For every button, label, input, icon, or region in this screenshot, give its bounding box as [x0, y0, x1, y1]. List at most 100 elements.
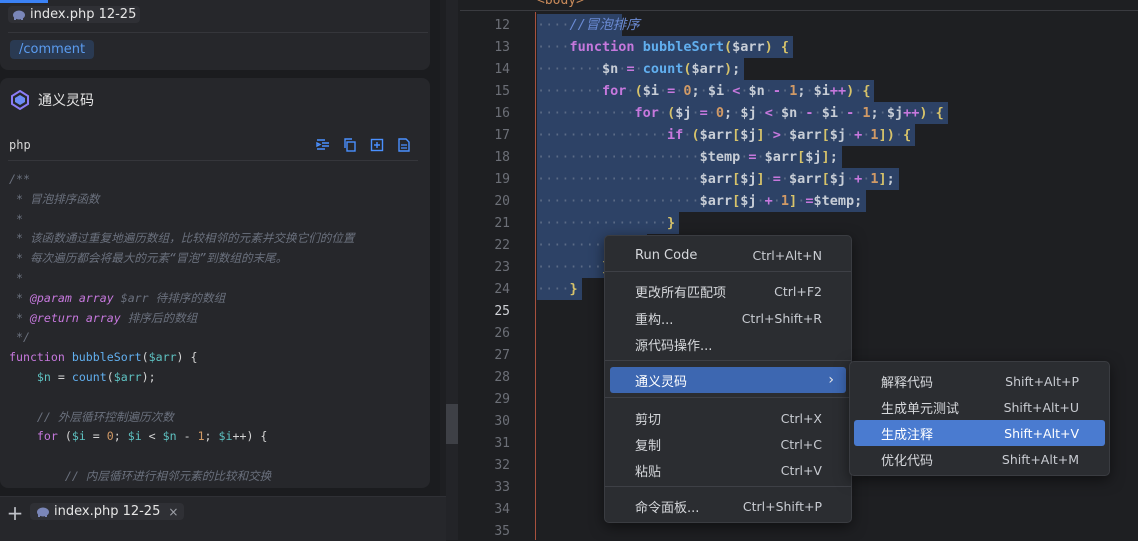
code-line[interactable]: ····} — [537, 278, 578, 300]
menu-item-label: 复制 — [635, 438, 662, 454]
whitespace-dots: ···················· — [537, 149, 700, 165]
code-token: $arr — [691, 61, 725, 77]
code-line[interactable]: ········for·($i·=·0;·$i·<·$n·-·1;·$i++)·… — [537, 80, 871, 102]
line-number: 17 — [494, 128, 510, 143]
code-token: $i — [71, 429, 86, 444]
line-number: 25 — [494, 304, 510, 319]
code-line[interactable]: ····················$temp·=·$arr[$j]; — [537, 146, 838, 168]
menu-item[interactable]: 剪切 Ctrl+X — [610, 405, 846, 431]
menu-item[interactable]: 粘贴 Ctrl+V — [610, 457, 846, 483]
close-icon[interactable]: × — [168, 505, 178, 519]
line-number: 12 — [494, 18, 510, 33]
code-line[interactable]: ····function bubbleSort($arr) { — [537, 36, 789, 58]
menu-item-shortcut: Ctrl+V — [780, 462, 822, 478]
code-token: $i — [707, 83, 725, 99]
line-number: 34 — [494, 502, 510, 517]
menu-item[interactable]: 命令面板... Ctrl+Shift+P — [610, 493, 846, 519]
whitespace-dots: ···················· — [537, 193, 700, 209]
code-line[interactable]: ····//冒泡排序 — [537, 14, 640, 36]
whitespace-dots: · — [707, 105, 716, 121]
whitespace-dots: ········ — [537, 61, 603, 77]
submenu-item-shortcut: Shift+Alt+P — [1005, 373, 1079, 389]
code-token: array — [78, 290, 114, 305]
file-reference-tag[interactable]: index.php 12-25 × — [30, 503, 185, 520]
code-token: 1 — [870, 127, 879, 143]
code-line[interactable]: ················} — [537, 212, 675, 234]
answer-code-line: * 每次遍历都会将最大的元素“冒泡”到数组的末尾。 — [9, 249, 287, 267]
code-token: count — [71, 370, 107, 384]
line-number: 32 — [494, 458, 510, 473]
code-line[interactable]: ········$n·=·count($arr); — [537, 58, 740, 80]
answer-code-line: * @return array 排序后的数组 — [9, 309, 197, 327]
line-number: 28 — [494, 370, 510, 385]
whitespace-dots: · — [845, 171, 855, 187]
code-line[interactable]: ············for·($j·=·0;·$j·<·$n·-·$i·-·… — [537, 102, 944, 124]
submenu-item[interactable]: 优化代码 Shift+Alt+M — [854, 446, 1105, 472]
php-elephant-icon — [13, 10, 25, 20]
menu-item-shortcut: Ctrl+Shift+P — [742, 498, 822, 514]
apply-icon[interactable] — [397, 138, 411, 152]
code-line[interactable]: ················if·($arr[$j]·>·$arr[$j·+… — [537, 124, 911, 146]
menu-item[interactable]: 重构... Ctrl+Shift+R — [610, 305, 846, 331]
whitespace-dots: ···················· — [537, 171, 700, 187]
code-token: 1 — [870, 171, 879, 187]
whitespace-dots: · — [724, 83, 733, 99]
answer-code-line: * — [9, 210, 23, 228]
line-number: 15 — [494, 84, 510, 99]
code-line[interactable]: ····················$arr[$j·+·1]·=$temp; — [537, 190, 862, 212]
menu-item-shortcut: Ctrl+X — [780, 410, 822, 426]
code-token: ; — [691, 83, 700, 99]
divider — [8, 160, 418, 161]
code-token: $j — [805, 149, 822, 165]
code-token: @return — [29, 310, 79, 325]
menu-item[interactable]: 复制 Ctrl+C — [610, 431, 846, 457]
code-token: } — [667, 215, 676, 231]
scrollbar-track[interactable] — [446, 0, 458, 540]
menu-item[interactable]: 源代码操作... — [610, 331, 846, 357]
line-number: 27 — [494, 348, 510, 363]
whitespace-dots: · — [764, 127, 773, 143]
menu-item[interactable]: 更改所有匹配项 Ctrl+F2 — [610, 278, 846, 304]
insert-icon[interactable] — [316, 138, 330, 152]
code-line[interactable]: ········} — [537, 256, 610, 278]
submenu-item[interactable]: 生成注释 Shift+Alt+V — [854, 420, 1105, 446]
line-number: 31 — [494, 436, 510, 451]
code-token: $i — [821, 105, 838, 121]
indent-guide — [535, 12, 536, 540]
code-token: ; — [870, 105, 879, 121]
code-token: [ — [821, 171, 830, 187]
submenu-item[interactable]: 解释代码 Shift+Alt+P — [854, 368, 1105, 394]
copy-icon[interactable] — [343, 138, 357, 152]
submenu-item[interactable]: 生成单元测试 Shift+Alt+U — [854, 394, 1105, 420]
code-token: ( — [141, 350, 149, 365]
menu-item-label: 更改所有匹配项 — [635, 285, 727, 301]
code-token: < — [141, 429, 163, 444]
code-token: * 该函数通过重复地遍历数组，比较相邻的元素并交换它们的位置 — [9, 231, 355, 246]
new-file-icon[interactable] — [370, 138, 384, 152]
code-token: function — [569, 39, 635, 55]
menu-item-label: 命令面板... — [635, 500, 700, 516]
add-context-button[interactable]: + — [6, 503, 24, 523]
code-token: * — [9, 310, 30, 325]
code-token: */ — [9, 330, 30, 345]
menu-item[interactable]: 通义灵码 › — [610, 367, 846, 393]
code-token: ] — [756, 127, 765, 143]
menu-item[interactable]: Run Code Ctrl+Alt+N — [610, 242, 846, 268]
command-chip[interactable]: /comment — [10, 40, 95, 59]
code-token: ); — [141, 370, 156, 384]
code-line[interactable]: ····················$arr[$j]·=·$arr[$j·+… — [537, 168, 895, 190]
scrollbar-thumb[interactable] — [446, 404, 458, 444]
answer-code-line: // 外层循环控制遍历次数 — [9, 408, 174, 426]
tongyi-logo-icon — [11, 90, 29, 110]
whitespace-dots: · — [780, 127, 790, 143]
answer-code-line: * @param array $arr 待排序的数组 — [9, 289, 225, 307]
code-token: ( — [683, 61, 692, 77]
whitespace-dots: · — [658, 83, 668, 99]
context-menu: Run Code Ctrl+Alt+N 更改所有匹配项 Ctrl+F2 重构... Ctr… — [604, 235, 852, 523]
code-token: - — [805, 105, 814, 121]
code-token: ]) — [878, 127, 895, 143]
file-reference-tag[interactable]: index.php 12-25 — [8, 6, 141, 23]
line-number: 23 — [494, 260, 510, 275]
